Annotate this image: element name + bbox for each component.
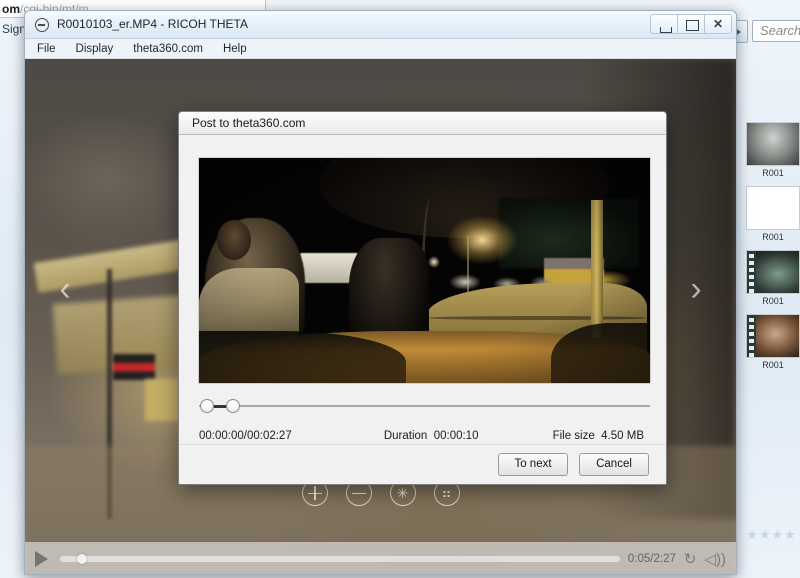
menu-item-display[interactable]: Display [76, 43, 114, 55]
cancel-button[interactable]: Cancel [579, 453, 649, 476]
close-icon: ✕ [712, 17, 724, 31]
dialog-title: Post to theta360.com [179, 112, 666, 135]
menu-bar: File Display theta360.com Help [25, 39, 736, 59]
close-button[interactable]: ✕ [704, 14, 732, 34]
thumbnail-image[interactable] [746, 250, 800, 294]
player-time-label: 0:05/2:27 [627, 553, 676, 565]
list-item[interactable]: R001 [746, 314, 800, 370]
position-time-label: 00:00:00/00:02:27 [199, 430, 292, 442]
star-icon[interactable]: ★ [746, 528, 758, 541]
thumbnail-caption: R001 [762, 296, 784, 306]
seek-bar[interactable] [60, 554, 620, 564]
filesize-value: 4.50 MB [601, 430, 644, 442]
preview-vignette [199, 158, 650, 383]
thumbnail-caption: R001 [762, 360, 784, 370]
trim-start-handle[interactable] [200, 399, 214, 413]
next-media-button[interactable]: › [664, 59, 728, 520]
address-bar-domain: om [2, 2, 20, 16]
theta-minus-circle-icon [35, 18, 49, 32]
thumbnail-image[interactable] [746, 122, 800, 166]
loop-icon[interactable]: ↻ [684, 552, 697, 567]
thumbnail-caption: R001 [762, 168, 784, 178]
volume-icon[interactable]: ◁)) [704, 552, 726, 567]
film-strip-icon [747, 251, 756, 293]
filesize-group: File size 4.50 MB [553, 430, 644, 442]
thumbnail-image[interactable] [746, 186, 800, 230]
dialog-body: 00:00:00/00:02:27 Duration 00:00:10 File… [179, 135, 666, 445]
list-item[interactable]: R001 [746, 122, 800, 178]
trim-end-handle[interactable] [226, 399, 240, 413]
thumbnail-image[interactable] [746, 314, 800, 358]
previous-media-button[interactable]: ‹ [33, 59, 97, 520]
list-item[interactable]: R001 [746, 186, 800, 242]
filesize-label: File size [552, 430, 595, 442]
film-strip-icon [747, 315, 756, 357]
star-icon[interactable]: ★ [772, 528, 784, 541]
duration-label: Duration [383, 430, 428, 442]
list-item[interactable]: R001 [746, 250, 800, 306]
minimize-button[interactable] [650, 14, 678, 34]
minus-bar [351, 492, 366, 495]
to-next-button[interactable]: To next [498, 453, 568, 476]
dialog-footer: To next Cancel [179, 444, 666, 484]
menu-item-help[interactable]: Help [223, 43, 247, 55]
rating-stars[interactable]: ★ ★ ★ ★ [742, 528, 800, 541]
star-icon[interactable]: ★ [784, 528, 796, 541]
trim-track[interactable] [199, 405, 650, 407]
menu-item-theta360[interactable]: theta360.com [133, 43, 203, 55]
trim-range-slider[interactable] [199, 399, 650, 413]
thumbnail-rail: R001 R001 R001 R001 [746, 122, 800, 378]
title-bar[interactable]: R0010103_er.MP4 - RICOH THETA ✕ [25, 11, 736, 39]
plus-bar-v [314, 486, 316, 500]
maximize-button[interactable] [677, 14, 705, 34]
duration-value: 00:00:10 [433, 430, 479, 442]
window-controls: ✕ [650, 14, 732, 34]
search-input[interactable]: Search C [752, 20, 800, 42]
dialog-metadata-row: 00:00:00/00:02:27 Duration 00:00:10 File… [199, 430, 650, 442]
background-scene-sign [113, 354, 155, 380]
post-to-theta360-dialog: Post to theta360.com 00:00:00/00:02:27 D… [178, 111, 667, 485]
window-title: R0010103_er.MP4 - RICOH THETA [57, 17, 248, 31]
screen: om/cgi-bin/mt/m Sign i Search C R001 R00… [0, 0, 800, 578]
video-preview-thumbnail[interactable] [199, 158, 650, 383]
duration-group: Duration 00:00:10 [384, 430, 479, 442]
menu-item-file[interactable]: File [37, 43, 56, 55]
player-control-bar: 0:05/2:27 ↻ ◁)) [25, 542, 736, 574]
thumbnail-caption: R001 [762, 232, 784, 242]
play-icon[interactable] [35, 551, 48, 567]
star-icon[interactable]: ★ [759, 528, 771, 541]
seek-handle[interactable] [76, 554, 87, 564]
